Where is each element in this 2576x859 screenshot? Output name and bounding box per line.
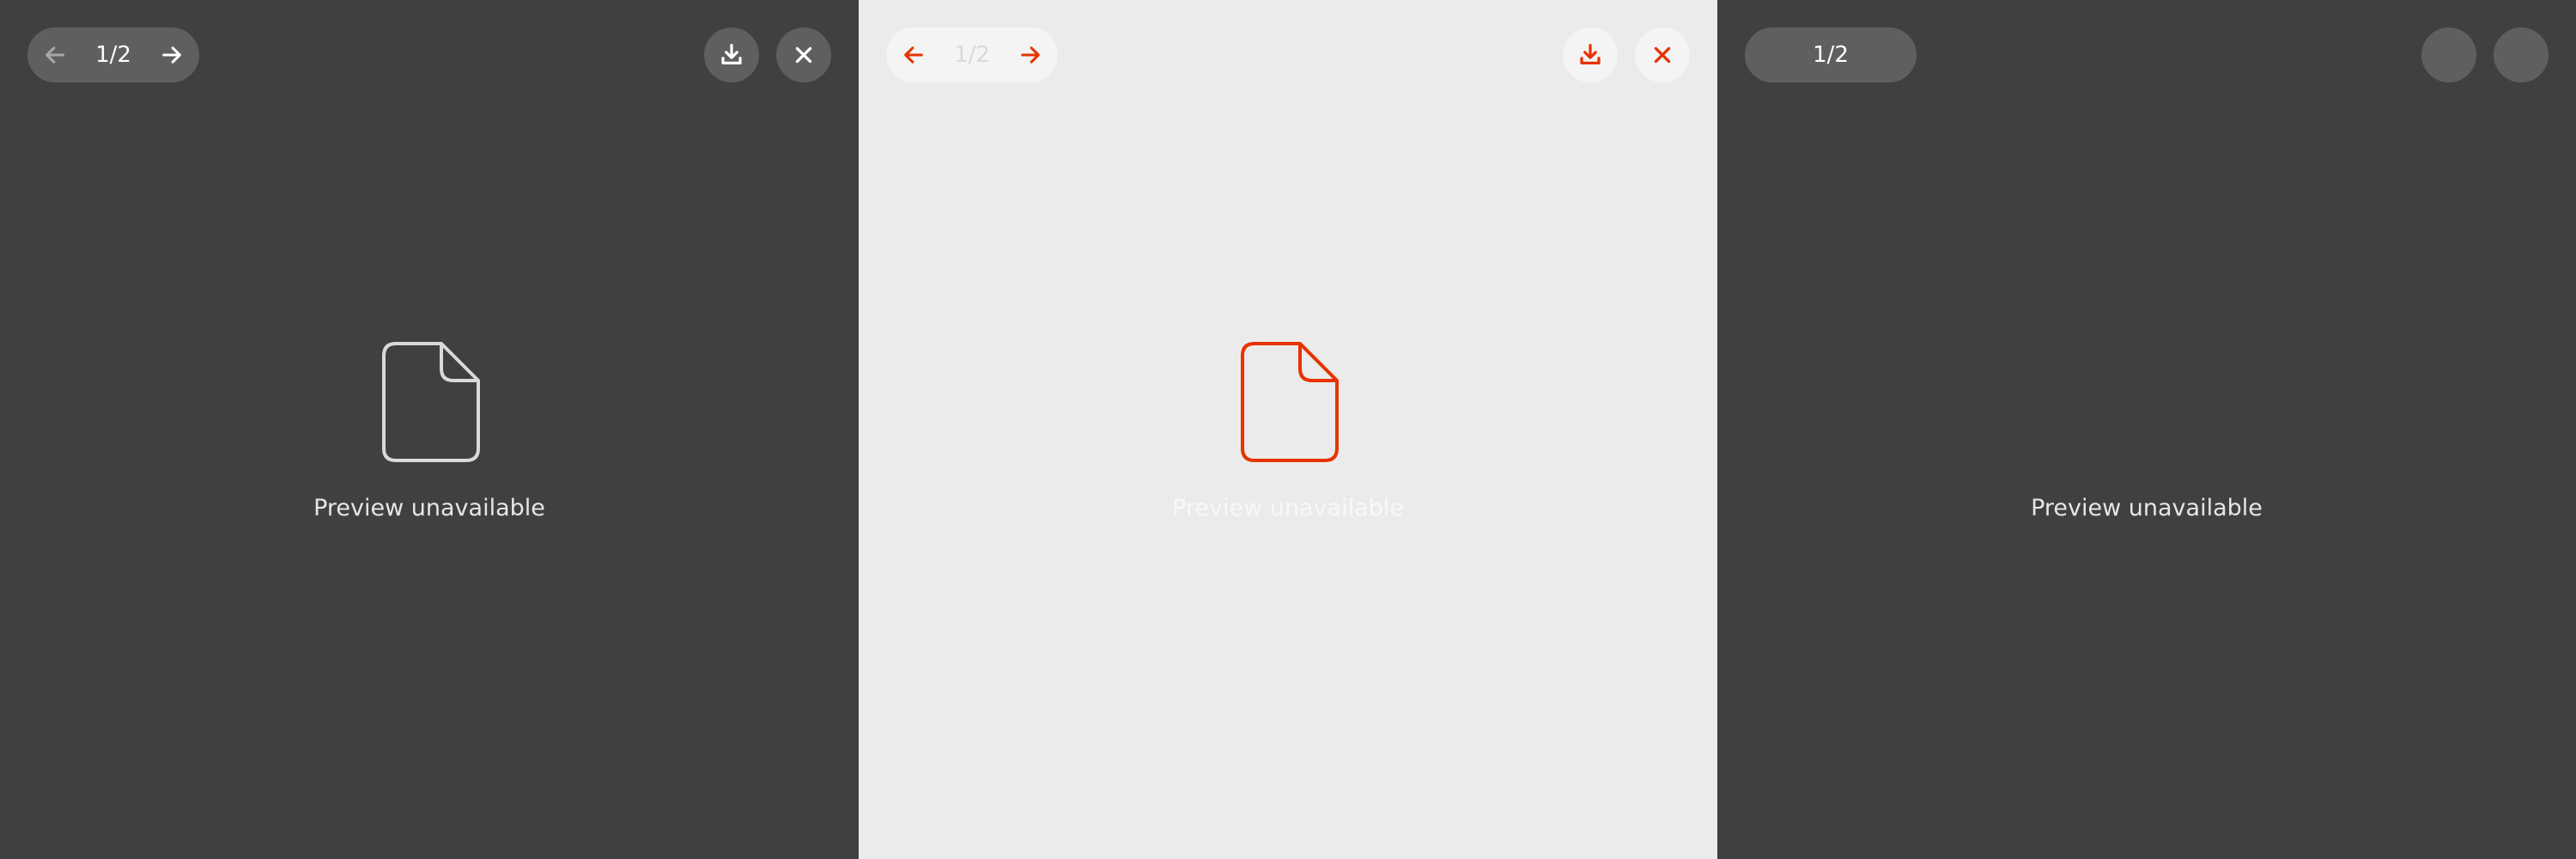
download-button-placeholder[interactable] (2421, 27, 2476, 82)
file-icon (382, 342, 480, 462)
close-button-placeholder[interactable] (2494, 27, 2549, 82)
page-navigator: 1/2 (1745, 27, 1917, 82)
preview-stage: 1/2 Preview unavailable 1/2 Preview unav… (0, 0, 2576, 859)
page-counter: 1/2 (1813, 42, 1849, 68)
close-button[interactable] (776, 27, 831, 82)
file-icon (1241, 342, 1339, 462)
download-icon (721, 44, 742, 64)
preview-unavailable-message: Preview unavailable (1172, 495, 1404, 521)
arrow-right-icon (162, 46, 181, 64)
next-page-button[interactable] (144, 27, 199, 82)
page-navigator: 1/2 (27, 27, 199, 82)
download-button[interactable] (1563, 27, 1618, 82)
preview-panel-dark: 1/2 Preview unavailable (0, 0, 859, 859)
preview-panel-light: 1/2 Preview unavailable (859, 0, 1717, 859)
page-navigator: 1/2 (886, 27, 1058, 82)
close-icon (795, 46, 812, 64)
preview-panel-skeleton: 1/2 Preview unavailable (1717, 0, 2576, 859)
preview-unavailable-message: Preview unavailable (2031, 495, 2263, 521)
close-icon (1654, 46, 1671, 64)
download-button[interactable] (704, 27, 759, 82)
close-button[interactable] (1635, 27, 1690, 82)
next-page-button[interactable] (1003, 27, 1058, 82)
preview-unavailable-message: Preview unavailable (313, 495, 545, 521)
download-icon (1580, 44, 1601, 64)
arrow-right-icon (1021, 46, 1040, 64)
